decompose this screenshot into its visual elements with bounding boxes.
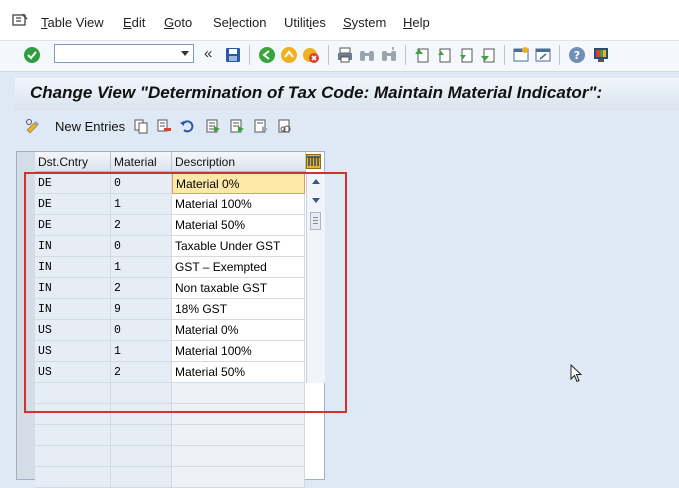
menu-selection[interactable]: Selection [213, 15, 267, 30]
save-icon[interactable] [224, 46, 242, 64]
first-page-icon[interactable] [413, 46, 431, 64]
page-title: Change View "Determination of Tax Code: … [30, 83, 603, 102]
empty-cell [35, 467, 111, 488]
undo-change-icon[interactable] [179, 118, 195, 134]
exit-icon[interactable] [280, 46, 298, 64]
generate-shortcut-icon[interactable] [534, 46, 552, 64]
empty-cell [111, 467, 172, 488]
menu-bar: Table View Edit Goto Selection Utilities… [0, 0, 679, 40]
toolbar-separator [559, 45, 560, 65]
highlight-box [24, 172, 347, 413]
command-input[interactable] [55, 45, 179, 61]
help-icon[interactable]: ? [568, 46, 586, 64]
next-page-icon[interactable] [457, 46, 475, 64]
empty-cell [111, 425, 172, 446]
toolbar-separator [504, 45, 505, 65]
deselect-all-icon[interactable] [253, 118, 269, 134]
menu-icon[interactable] [12, 13, 28, 27]
toolbar-separator [405, 45, 406, 65]
cancel-icon[interactable] [302, 46, 320, 64]
back-icon[interactable] [258, 46, 276, 64]
empty-cell [111, 446, 172, 467]
enter-check-icon[interactable] [23, 46, 41, 64]
empty-cell [172, 467, 305, 488]
collapse-chevron-icon[interactable]: « [204, 45, 212, 62]
empty-cell [172, 446, 305, 467]
toolbar-separator [328, 45, 329, 65]
application-toolbar: New Entries [15, 110, 679, 142]
empty-table-row[interactable] [35, 467, 305, 488]
copy-as-icon[interactable] [133, 118, 149, 134]
menu-edit[interactable]: Edit [123, 15, 145, 30]
last-page-icon[interactable] [479, 46, 497, 64]
column-header-description[interactable]: Description [172, 152, 306, 172]
find-next-icon[interactable] [380, 46, 398, 64]
display-change-icon[interactable] [25, 118, 41, 134]
table-settings-icon[interactable] [306, 154, 321, 169]
command-field[interactable] [54, 44, 194, 63]
menu-system[interactable]: System [343, 15, 386, 30]
empty-table-row[interactable] [35, 425, 305, 446]
mouse-cursor-icon [570, 364, 582, 383]
menu-goto[interactable]: Goto [164, 15, 192, 30]
empty-cell [35, 425, 111, 446]
standard-toolbar: « ? [0, 40, 679, 72]
print-icon[interactable] [336, 46, 354, 64]
delete-icon[interactable] [156, 118, 172, 134]
column-header-dst-cntry[interactable]: Dst.Cntry [35, 152, 111, 172]
menu-utilities[interactable]: Utilities [284, 15, 326, 30]
menu-table-view[interactable]: Table View [41, 15, 104, 30]
select-block-icon[interactable] [229, 118, 245, 134]
svg-text:?: ? [574, 49, 580, 62]
chevron-down-icon[interactable] [181, 51, 189, 56]
toolbar-separator [249, 45, 250, 65]
empty-cell [172, 425, 305, 446]
select-all-icon[interactable] [205, 118, 221, 134]
find-icon[interactable] [358, 46, 376, 64]
empty-table-row[interactable] [35, 446, 305, 467]
screen-title-bar: Change View "Determination of Tax Code: … [15, 78, 679, 111]
new-entries-button[interactable]: New Entries [55, 119, 125, 134]
previous-page-icon[interactable] [435, 46, 453, 64]
print-field-list-icon[interactable] [277, 118, 293, 134]
column-header-material[interactable]: Material [111, 152, 172, 172]
empty-cell [35, 446, 111, 467]
create-session-icon[interactable] [512, 46, 530, 64]
menu-help[interactable]: Help [403, 15, 430, 30]
customize-layout-icon[interactable] [592, 46, 610, 64]
